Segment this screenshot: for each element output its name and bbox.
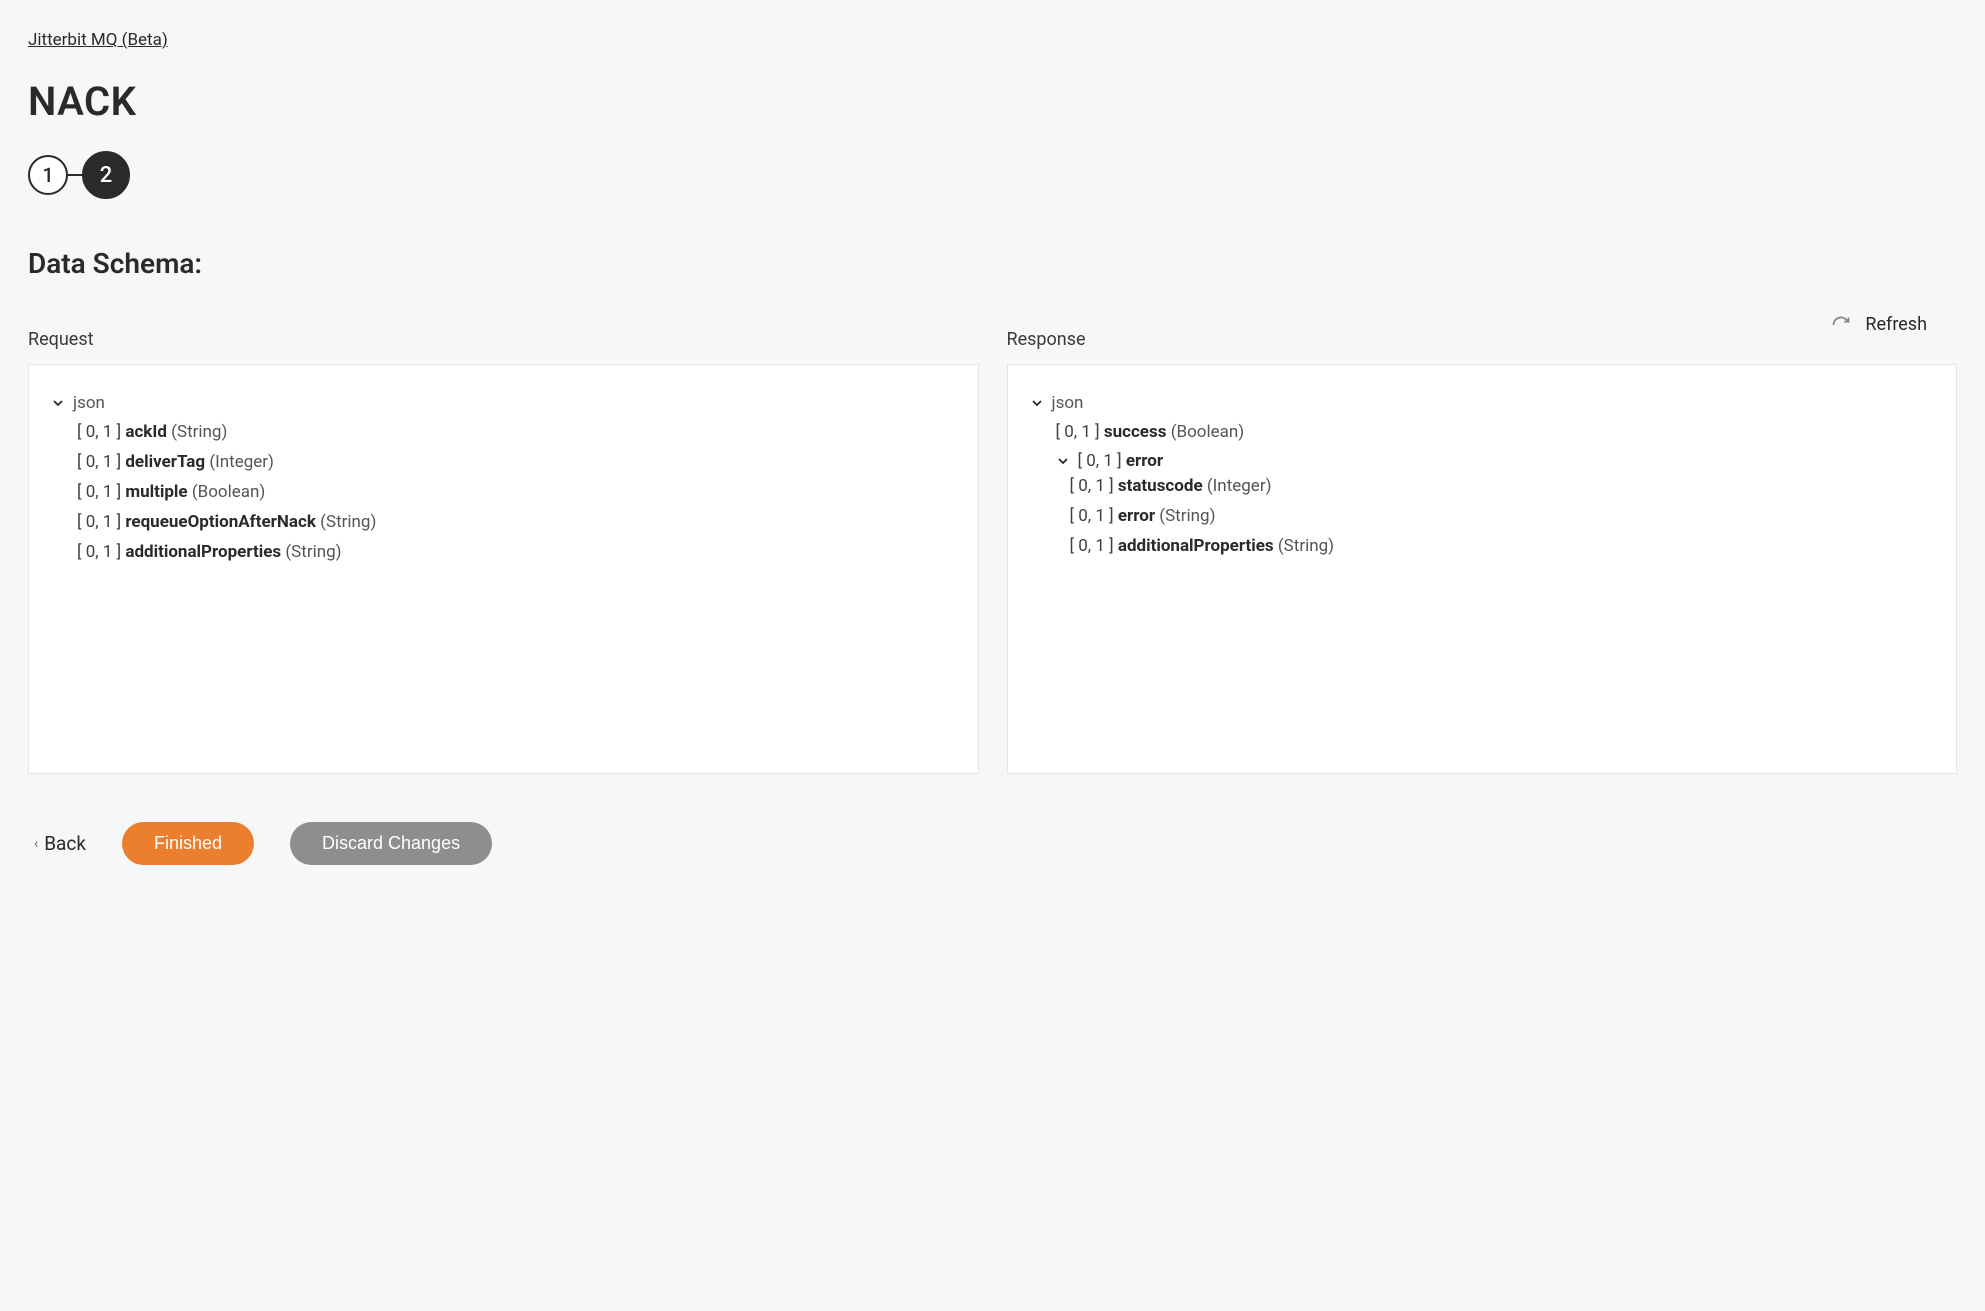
field-name: success (1104, 422, 1167, 442)
field-name: additionalProperties (1118, 536, 1274, 556)
field-cardinality: [ 0, 1 ] (77, 542, 121, 562)
field-type: (Boolean) (1171, 422, 1245, 442)
field-name: deliverTag (125, 452, 205, 472)
response-column: Response json [ 0, 1 ] success (Boolea (1007, 329, 1958, 774)
schema-field[interactable]: [ 0, 1 ] statuscode (Integer) (1070, 471, 1927, 501)
schema-field[interactable]: [ 0, 1 ] deliverTag (Integer) (77, 447, 948, 477)
footer-actions: ‹ Back Finished Discard Changes (28, 822, 1957, 865)
back-button[interactable]: ‹ Back (34, 832, 86, 855)
field-type: (String) (1159, 506, 1215, 526)
field-type: (Integer) (1207, 476, 1272, 496)
field-type: (String) (171, 422, 227, 442)
field-name: multiple (125, 482, 187, 502)
chevron-left-icon: ‹ (34, 836, 38, 852)
finished-button[interactable]: Finished (122, 822, 254, 865)
field-name: error (1126, 451, 1163, 471)
schema-field[interactable]: [ 0, 1 ] additionalProperties (String) (77, 537, 948, 567)
schema-field[interactable]: [ 0, 1 ] multiple (Boolean) (77, 477, 948, 507)
field-type: (Boolean) (192, 482, 266, 502)
field-cardinality: [ 0, 1 ] (77, 512, 121, 532)
field-type: (String) (320, 512, 376, 532)
chevron-down-icon[interactable] (1030, 397, 1044, 409)
schema-field[interactable]: [ 0, 1 ] additionalProperties (String) (1070, 531, 1927, 561)
field-type: (Integer) (209, 452, 274, 472)
step-connector (68, 174, 82, 176)
response-root-label[interactable]: json (1052, 393, 1084, 413)
breadcrumb-link[interactable]: Jitterbit MQ (Beta) (28, 30, 168, 50)
chevron-down-icon[interactable] (51, 397, 65, 409)
response-panel: json [ 0, 1 ] success (Boolean) (1007, 364, 1958, 774)
section-title: Data Schema: (28, 247, 1957, 280)
field-name: error (1118, 506, 1155, 526)
field-cardinality: [ 0, 1 ] (1056, 422, 1100, 442)
field-cardinality: [ 0, 1 ] (77, 482, 121, 502)
page-title: NACK (28, 78, 1957, 125)
field-type: (String) (1278, 536, 1334, 556)
field-cardinality: [ 0, 1 ] (77, 422, 121, 442)
stepper: 1 2 (28, 151, 1957, 199)
field-name: additionalProperties (125, 542, 281, 562)
back-label: Back (44, 832, 86, 855)
schema-field[interactable]: [ 0, 1 ] error (1078, 451, 1164, 471)
discard-changes-button[interactable]: Discard Changes (290, 822, 492, 865)
response-label: Response (1007, 329, 1958, 350)
field-cardinality: [ 0, 1 ] (1070, 476, 1114, 496)
field-name: requeueOptionAfterNack (125, 512, 316, 532)
schema-field[interactable]: [ 0, 1 ] requeueOptionAfterNack (String) (77, 507, 948, 537)
request-panel: json [ 0, 1 ] ackId (String) [ 0, 1 ] de… (28, 364, 979, 774)
request-column: Request json [ 0, 1 ] ackId (String) (28, 329, 979, 774)
schema-field[interactable]: [ 0, 1 ] error (String) (1070, 501, 1927, 531)
field-cardinality: [ 0, 1 ] (1078, 451, 1122, 471)
step-2[interactable]: 2 (82, 151, 130, 199)
field-cardinality: [ 0, 1 ] (77, 452, 121, 472)
chevron-down-icon[interactable] (1056, 455, 1070, 467)
step-1[interactable]: 1 (28, 155, 68, 195)
field-name: statuscode (1118, 476, 1203, 496)
request-root-label[interactable]: json (73, 393, 105, 413)
field-type: (String) (285, 542, 341, 562)
field-name: ackId (125, 422, 167, 442)
field-cardinality: [ 0, 1 ] (1070, 506, 1114, 526)
request-label: Request (28, 329, 979, 350)
schema-field[interactable]: [ 0, 1 ] ackId (String) (77, 417, 948, 447)
schema-field[interactable]: [ 0, 1 ] success (Boolean) (1056, 417, 1927, 447)
field-cardinality: [ 0, 1 ] (1070, 536, 1114, 556)
